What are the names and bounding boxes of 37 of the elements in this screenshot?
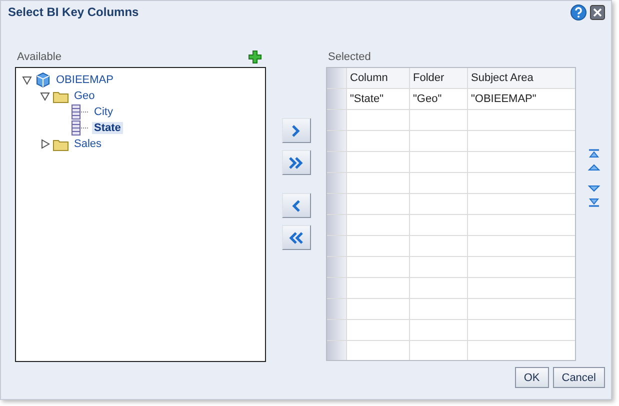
folder-icon (53, 90, 69, 102)
move-right-button[interactable] (282, 118, 310, 143)
column-header[interactable]: Column (347, 68, 410, 88)
selected-label: Selected (327, 50, 372, 65)
table-cell: "Geo" (410, 89, 468, 109)
tree-item[interactable]: OBIEEMAP (54, 74, 116, 86)
ok-button[interactable]: OK (514, 367, 549, 388)
move-down-icon[interactable] (588, 185, 600, 193)
tree-item[interactable]: State (92, 122, 123, 134)
move-to-bottom-icon[interactable] (588, 197, 600, 207)
cube-icon (35, 72, 51, 88)
expanded-triangle-icon[interactable] (22, 75, 32, 85)
move-all-left-button[interactable] (282, 225, 310, 250)
tree-item[interactable]: City (92, 106, 115, 118)
cancel-button[interactable]: Cancel (552, 367, 605, 388)
column-header[interactable]: Folder (410, 68, 468, 88)
move-up-icon[interactable] (588, 163, 600, 171)
move-left-button[interactable] (282, 193, 310, 218)
close-icon[interactable] (590, 4, 605, 20)
tree-item[interactable]: Sales (72, 138, 104, 150)
column-icon (71, 120, 89, 136)
column-header[interactable]: Subject Area (468, 68, 575, 88)
move-to-top-icon[interactable] (588, 149, 600, 159)
add-icon[interactable] (248, 50, 262, 64)
help-icon[interactable] (570, 4, 587, 20)
table-cell-text: "OBIEEMAP" (470, 92, 538, 107)
double-chevron-icon (288, 230, 304, 244)
collapsed-triangle-icon[interactable] (40, 139, 50, 149)
table-cell: "State" (347, 89, 410, 109)
move-all-right-button[interactable] (282, 150, 310, 175)
folder-icon (53, 138, 69, 150)
window-title: Select BI Key Columns (8, 5, 139, 19)
column-icon (71, 104, 89, 120)
tree-item[interactable]: Geo (72, 90, 97, 102)
double-chevron-icon (288, 156, 304, 170)
expanded-triangle-icon[interactable] (40, 91, 50, 101)
available-label: Available (17, 51, 62, 63)
